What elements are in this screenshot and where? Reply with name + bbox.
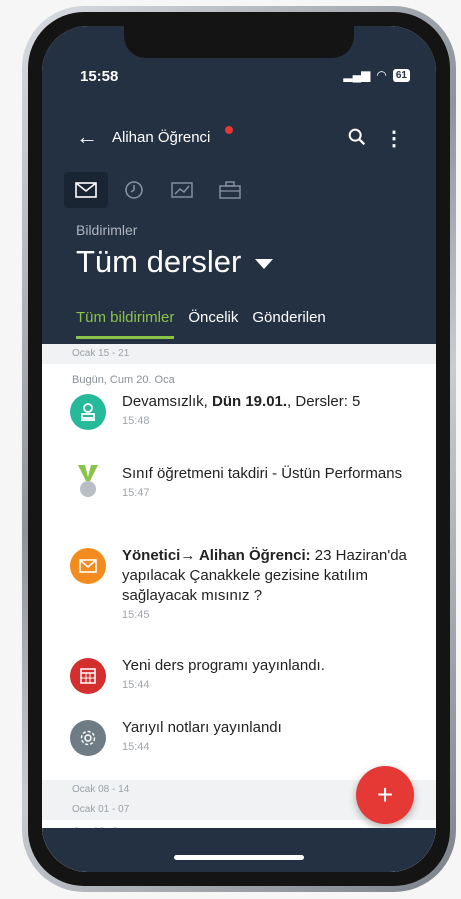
unread-dot [225, 126, 233, 134]
section-subtitle: Bildirimler [76, 222, 138, 238]
week-header[interactable]: Ocak 15 - 21 [42, 344, 436, 364]
filter-tabs: Tüm bildirimler Öncelik Gönderilen [76, 309, 326, 339]
bottom-bar [42, 828, 436, 872]
icon-tabs [64, 172, 252, 208]
timestamp: 15:45 [122, 609, 150, 621]
medal-icon [70, 464, 106, 500]
timestamp: 15:44 [122, 741, 150, 753]
search-icon[interactable] [346, 126, 368, 148]
timestamp: 15:44 [122, 679, 150, 691]
notch [124, 26, 354, 58]
day-header: Bugün, Cum 20. Oca [72, 374, 175, 386]
add-button[interactable]: + [356, 766, 414, 824]
dropdown-arrow-icon [255, 259, 274, 269]
tab-portfolio[interactable] [208, 172, 252, 208]
list-item[interactable]: Yönetici→ Alihan Öğrenci: 23 Haziran'da … [42, 546, 436, 656]
wifi-icon: ◠ [376, 68, 387, 82]
phone-frame: 15:58 ▂▄▆ ◠ 61 ← Alihan Öğrenci ⋮ Bildir… [22, 6, 456, 892]
timestamp: 15:47 [122, 487, 150, 499]
course-selector[interactable]: Tüm dersler [76, 244, 274, 280]
page-title: Tüm dersler [76, 244, 242, 279]
signal-icon: ▂▄▆ [343, 68, 371, 82]
tab-all-notifications[interactable]: Tüm bildirimler [76, 309, 175, 339]
chart-icon [171, 182, 193, 198]
tab-schedule[interactable] [112, 172, 156, 208]
back-arrow-icon[interactable]: ← [76, 124, 98, 150]
clock-icon [125, 181, 143, 199]
toolbar: ← Alihan Öğrenci ⋮ [42, 118, 436, 158]
list-item[interactable]: Devamsızlık, Dün 19.01., Dersler: 5 15:4… [42, 392, 436, 464]
timestamp: 15:48 [122, 415, 150, 427]
tab-grades[interactable] [160, 172, 204, 208]
home-indicator[interactable] [174, 855, 304, 860]
calendar-grid-icon [70, 658, 106, 694]
mail-icon [75, 182, 97, 198]
tab-sent[interactable]: Gönderilen [252, 309, 325, 339]
briefcase-icon [219, 181, 241, 199]
tab-priority[interactable]: Öncelik [188, 309, 238, 339]
user-name[interactable]: Alihan Öğrenci [112, 129, 210, 146]
status-time: 15:58 [80, 68, 119, 85]
battery-icon: 61 [392, 68, 410, 82]
gear-icon [70, 720, 106, 756]
more-vert-icon[interactable]: ⋮ [384, 126, 404, 151]
envelope-icon [70, 548, 106, 584]
list-item[interactable]: Yeni ders programı yayınlandı. 15:44 [42, 656, 436, 718]
status-icons: ▂▄▆ ◠ 61 [343, 68, 410, 82]
stamp-icon [70, 394, 106, 430]
list-item[interactable]: Sınıf öğretmeni takdiri - Üstün Performa… [42, 464, 436, 546]
app-screen: 15:58 ▂▄▆ ◠ 61 ← Alihan Öğrenci ⋮ Bildir… [42, 26, 436, 872]
app-header: 15:58 ▂▄▆ ◠ 61 ← Alihan Öğrenci ⋮ Bildir… [42, 26, 436, 344]
tab-messages[interactable] [64, 172, 108, 208]
